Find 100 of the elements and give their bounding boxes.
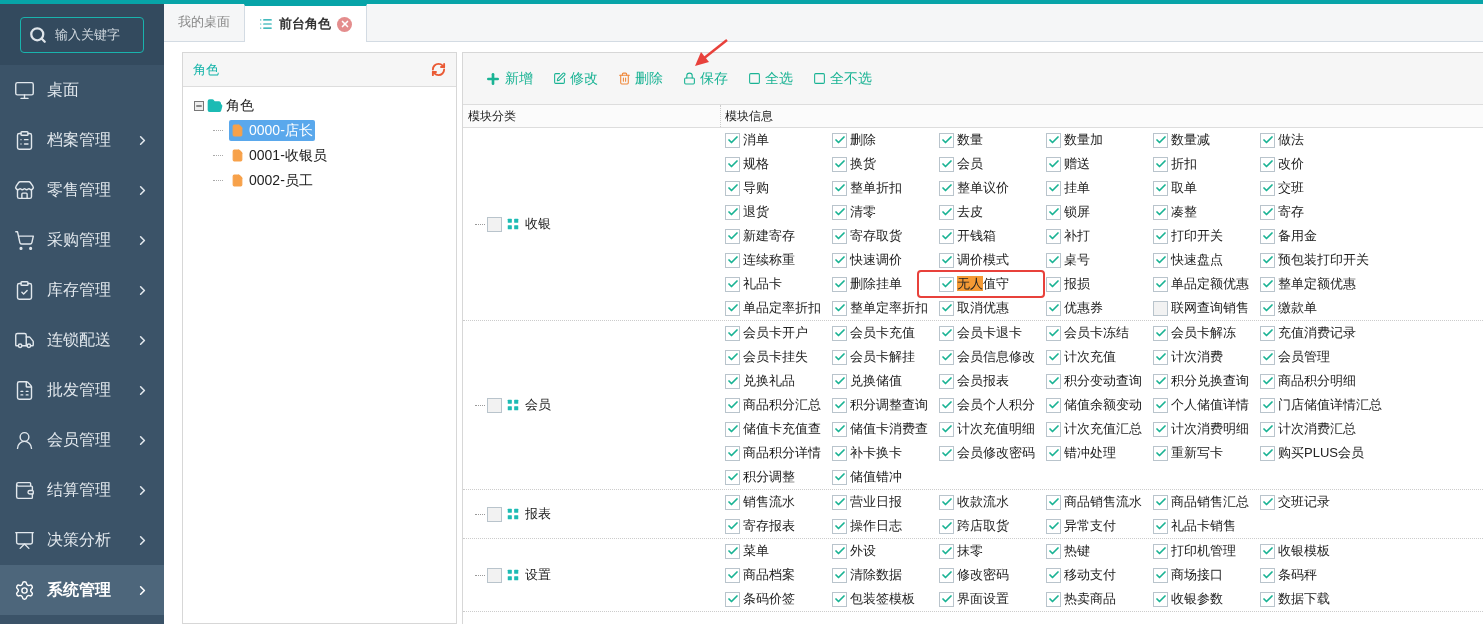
tab[interactable]: 前台角色: [244, 4, 367, 42]
checkbox[interactable]: [832, 349, 847, 365]
collapse-icon[interactable]: [194, 100, 204, 111]
checkbox[interactable]: [1046, 567, 1061, 583]
checkbox[interactable]: [1260, 276, 1275, 292]
checkbox[interactable]: [1153, 567, 1168, 583]
checkbox[interactable]: [1153, 373, 1168, 389]
checkbox[interactable]: [1046, 156, 1061, 172]
checkbox[interactable]: [1260, 300, 1275, 316]
search-box[interactable]: 输入关键字: [20, 16, 144, 53]
checkbox[interactable]: [939, 349, 954, 365]
checkbox[interactable]: [1046, 300, 1061, 316]
checkbox[interactable]: [1153, 494, 1168, 510]
checkbox[interactable]: [832, 300, 847, 316]
sidebar-item[interactable]: 零售管理: [0, 165, 164, 215]
sidebar-item[interactable]: 档案管理: [0, 115, 164, 165]
tab[interactable]: 我的桌面: [164, 3, 244, 41]
checkbox[interactable]: [832, 132, 847, 148]
checkbox[interactable]: [939, 276, 954, 292]
checkbox[interactable]: [832, 421, 847, 437]
checkbox[interactable]: [832, 180, 847, 196]
checkbox[interactable]: [725, 276, 740, 292]
checkbox[interactable]: [1153, 204, 1168, 220]
checkbox[interactable]: [939, 397, 954, 413]
sidebar-item[interactable]: 决策分析: [0, 515, 164, 565]
sidebar-item[interactable]: 系统管理: [0, 565, 164, 615]
checkbox[interactable]: [832, 252, 847, 268]
checkbox[interactable]: [1153, 591, 1168, 607]
checkbox[interactable]: [1046, 132, 1061, 148]
checkbox[interactable]: [725, 518, 740, 534]
checkbox[interactable]: [1153, 180, 1168, 196]
checkbox[interactable]: [832, 276, 847, 292]
checkbox[interactable]: [1153, 325, 1168, 341]
checkbox[interactable]: [1260, 397, 1275, 413]
checkbox[interactable]: [1046, 204, 1061, 220]
checkbox[interactable]: [1046, 543, 1061, 559]
checkbox[interactable]: [725, 204, 740, 220]
checkbox[interactable]: [939, 132, 954, 148]
checkbox[interactable]: [1046, 494, 1061, 510]
checkbox[interactable]: [939, 543, 954, 559]
checkbox[interactable]: [725, 373, 740, 389]
checkbox[interactable]: [725, 445, 740, 461]
checkbox[interactable]: [1046, 276, 1061, 292]
checkbox[interactable]: [1153, 228, 1168, 244]
checkbox[interactable]: [1260, 421, 1275, 437]
checkbox[interactable]: [832, 567, 847, 583]
sidebar-item[interactable]: 批发管理: [0, 365, 164, 415]
checkbox[interactable]: [487, 216, 502, 232]
checkbox[interactable]: [725, 469, 740, 485]
checkbox[interactable]: [939, 518, 954, 534]
checkbox[interactable]: [832, 325, 847, 341]
checkbox[interactable]: [939, 300, 954, 316]
checkbox[interactable]: [725, 300, 740, 316]
checkbox[interactable]: [832, 156, 847, 172]
checkbox[interactable]: [939, 180, 954, 196]
checkbox[interactable]: [1153, 156, 1168, 172]
checkbox[interactable]: [725, 325, 740, 341]
checkbox[interactable]: [1153, 445, 1168, 461]
checkbox[interactable]: [1046, 325, 1061, 341]
checkbox[interactable]: [1153, 132, 1168, 148]
checkbox[interactable]: [725, 252, 740, 268]
checkbox[interactable]: [1153, 349, 1168, 365]
checkbox[interactable]: [1153, 252, 1168, 268]
checkbox[interactable]: [1260, 228, 1275, 244]
checkbox[interactable]: [1046, 180, 1061, 196]
checkbox[interactable]: [1153, 300, 1168, 316]
checkbox[interactable]: [1046, 518, 1061, 534]
checkbox[interactable]: [939, 494, 954, 510]
checkbox[interactable]: [1046, 373, 1061, 389]
checkbox[interactable]: [725, 349, 740, 365]
checkbox[interactable]: [1153, 518, 1168, 534]
checkbox[interactable]: [1046, 445, 1061, 461]
checkbox[interactable]: [1046, 228, 1061, 244]
checkbox[interactable]: [487, 397, 502, 413]
checkbox[interactable]: [725, 228, 740, 244]
checkbox[interactable]: [1046, 591, 1061, 607]
checkbox[interactable]: [725, 543, 740, 559]
checkbox[interactable]: [1260, 349, 1275, 365]
checkbox[interactable]: [832, 518, 847, 534]
sidebar-item[interactable]: 库存管理: [0, 265, 164, 315]
checkbox[interactable]: [725, 421, 740, 437]
checkbox[interactable]: [832, 445, 847, 461]
checkbox[interactable]: [939, 325, 954, 341]
checkbox[interactable]: [725, 397, 740, 413]
checkbox[interactable]: [939, 567, 954, 583]
checkbox[interactable]: [1153, 543, 1168, 559]
checkbox[interactable]: [1046, 421, 1061, 437]
checkbox[interactable]: [487, 506, 502, 522]
checkbox[interactable]: [832, 373, 847, 389]
checkbox[interactable]: [487, 567, 502, 583]
checkbox[interactable]: [1046, 397, 1061, 413]
checkbox[interactable]: [1260, 591, 1275, 607]
checkbox[interactable]: [832, 591, 847, 607]
checkbox[interactable]: [1260, 156, 1275, 172]
checkbox[interactable]: [725, 567, 740, 583]
checkbox[interactable]: [1260, 543, 1275, 559]
checkbox[interactable]: [832, 204, 847, 220]
checkbox[interactable]: [939, 373, 954, 389]
checkbox[interactable]: [832, 494, 847, 510]
checkbox[interactable]: [1046, 349, 1061, 365]
